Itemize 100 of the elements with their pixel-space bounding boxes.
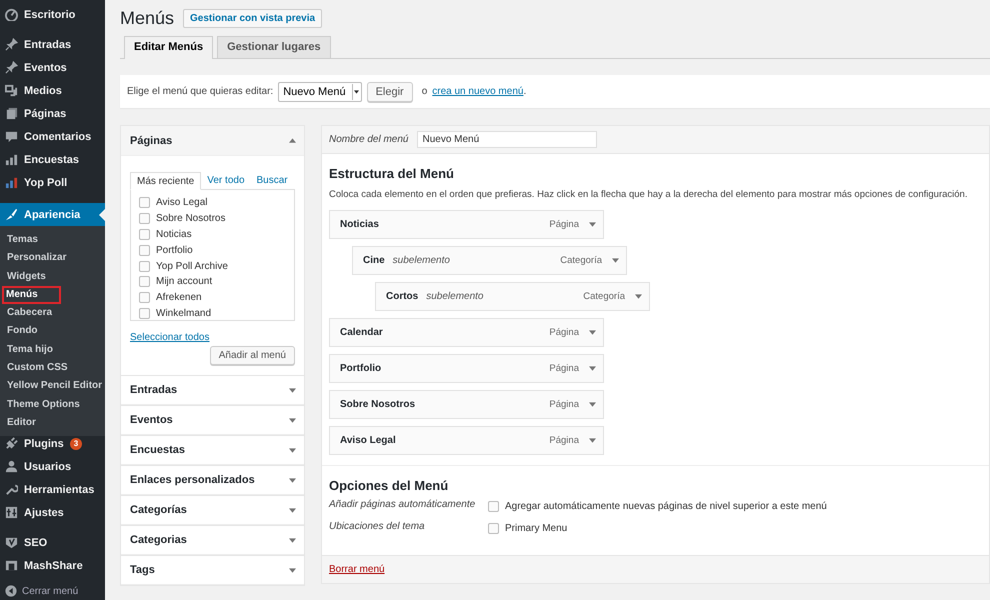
submenu-item[interactable]: Fondo	[1, 322, 104, 341]
checkbox[interactable]	[139, 260, 150, 272]
checkbox[interactable]	[139, 244, 150, 256]
page-option-label: Noticias	[156, 228, 192, 240]
comment-icon	[5, 130, 18, 143]
caret-down-icon[interactable]	[289, 478, 296, 482]
menu-name-label: Nombre del menú	[329, 134, 408, 145]
submenu-item[interactable]: Theme Options	[1, 396, 104, 414]
menu-name-field[interactable]: Nuevo Menú	[417, 131, 598, 148]
sidebar-menu-item[interactable]: MashShare	[0, 554, 105, 578]
submenu-item[interactable]: Menús	[2, 286, 61, 304]
sidebar-menu-item[interactable]: Encuestas	[0, 148, 105, 171]
tab[interactable]: Gestionar lugares	[217, 36, 331, 58]
caret-down-icon[interactable]	[635, 294, 642, 299]
sidebar-menu-item[interactable]: Herramientas	[0, 478, 105, 502]
create-menu-link[interactable]: crea un nuevo menú	[432, 86, 524, 97]
caret-down-icon[interactable]	[289, 418, 296, 422]
caret-down-icon[interactable]	[589, 402, 596, 407]
accordion-header[interactable]: Tags	[121, 556, 304, 585]
instructions-text: Coloca cada elemento en el orden que prefieras. Haz click en la flecha que hay a la derecha del elemento para mostrar más opciones de configuración.	[329, 189, 968, 200]
caret-down-icon[interactable]	[612, 258, 619, 263]
menu-item-bar[interactable]: Cine subelemento Categoría	[352, 246, 627, 275]
sidebar-menu-item[interactable]: SEO	[0, 531, 105, 554]
menu-item-title: Sobre Nosotros	[340, 399, 416, 410]
manage-preview-button[interactable]: Gestionar con vista previa	[183, 8, 322, 28]
caret-down-icon[interactable]	[289, 568, 296, 572]
submenu-item[interactable]: Personalizar	[1, 249, 104, 268]
submenu-item[interactable]: Cabecera	[1, 304, 104, 322]
caret-down-icon[interactable]	[289, 388, 296, 392]
sidebar-menu-item[interactable]: Apariencia	[0, 203, 105, 226]
checkbox[interactable]	[139, 213, 150, 224]
page-title: Menús	[120, 8, 174, 28]
shield-icon	[5, 536, 18, 550]
menu-item-bar[interactable]: Cortos subelemento Categoría	[375, 282, 650, 311]
delete-menu-link[interactable]: Borrar menú	[329, 564, 385, 575]
select-button[interactable]: Elegir	[366, 82, 413, 102]
menu-dropdown[interactable]: Nuevo Menú	[278, 82, 362, 102]
accordion-header[interactable]: Páginas	[121, 126, 304, 156]
caret-down-icon[interactable]	[289, 448, 296, 452]
submenu-item[interactable]: Widgets	[1, 268, 104, 286]
menu-item-bar[interactable]: Portfolio Página	[329, 354, 604, 383]
page-option-label: Afrekenen	[156, 292, 202, 304]
option-label: Ubicaciones del tema	[329, 521, 426, 534]
dropdown-caret-icon	[354, 90, 359, 94]
caret-down-icon[interactable]	[289, 508, 296, 512]
sidebar-menu-item[interactable]: Plugins 3	[0, 432, 105, 456]
wrench-icon	[5, 483, 18, 496]
select-menu-label: Elige el menú que quieras editar:	[127, 86, 274, 97]
submenu-item[interactable]: Editor	[1, 414, 104, 432]
sidebar-menu-item[interactable]: Medios	[0, 79, 105, 102]
checkbox[interactable]	[139, 292, 150, 304]
checkbox[interactable]	[488, 523, 499, 534]
menu-item-title: Calendar	[340, 327, 383, 338]
submenu-item[interactable]: Custom CSS	[1, 359, 104, 378]
tab[interactable]: Ver todo	[201, 172, 251, 189]
section-heading: Estructura del Menú	[329, 166, 455, 181]
caret-down-icon[interactable]	[289, 538, 296, 542]
select-all-link[interactable]: Seleccionar todos	[130, 332, 295, 343]
tab[interactable]: Más reciente	[130, 172, 202, 190]
checkbox[interactable]	[139, 197, 150, 208]
menu-item-bar[interactable]: Noticias Página	[329, 210, 604, 239]
tab[interactable]: Buscar	[250, 172, 294, 189]
sidebar-menu-item[interactable]: Ajustes	[0, 501, 105, 524]
sidebar-menu-item[interactable]: Comentarios	[0, 125, 105, 148]
menu-item-bar[interactable]: Calendar Página	[329, 318, 604, 347]
caret-up-icon[interactable]	[289, 138, 296, 143]
sidebar-menu-item[interactable]: Eventos	[0, 56, 105, 79]
person-icon	[5, 460, 18, 474]
menu-item-type: Página	[549, 363, 579, 374]
sidebar-menu-item[interactable]: Usuarios	[0, 455, 105, 478]
sidebar-menu-item[interactable]: Escritorio	[0, 3, 105, 26]
sidebar-menu-item[interactable]: Yop Poll	[0, 171, 105, 194]
caret-down-icon[interactable]	[589, 366, 596, 371]
menu-item-type: Categoría	[583, 291, 625, 302]
page-option-label: Aviso Legal	[156, 197, 208, 208]
menu-item-bar[interactable]: Sobre Nosotros Página	[329, 390, 604, 419]
checkbox[interactable]	[139, 276, 150, 288]
menu-item-type: Página	[549, 399, 579, 410]
page-option-label: Sobre Nosotros	[156, 213, 226, 224]
menu-item-bar[interactable]: Aviso Legal Página	[329, 426, 604, 455]
page-option-label: Portfolio	[156, 244, 193, 256]
caret-down-icon[interactable]	[589, 222, 596, 227]
checkbox[interactable]	[139, 308, 150, 319]
bar-chart-icon	[5, 176, 18, 189]
option-label: Añadir páginas automáticamente	[329, 499, 476, 512]
caret-down-icon[interactable]	[589, 438, 596, 443]
submenu-item[interactable]: Yellow Pencil Editor	[1, 377, 104, 396]
caret-down-icon[interactable]	[589, 330, 596, 335]
menu-item-type: Página	[549, 327, 579, 338]
submenu-item[interactable]: Temas	[1, 231, 104, 250]
collapse-menu-button[interactable]: Cerrar menú	[0, 581, 105, 600]
add-to-menu-button[interactable]: Añadir al menú	[210, 346, 295, 365]
sidebar-menu-item[interactable]: Páginas	[0, 102, 105, 125]
pin-icon	[5, 38, 18, 51]
checkbox[interactable]	[139, 228, 150, 240]
submenu-item[interactable]: Tema hijo	[1, 340, 104, 360]
checkbox[interactable]	[488, 501, 499, 512]
sidebar-menu-item[interactable]: Entradas	[0, 33, 105, 56]
tab[interactable]: Editar Menús	[124, 36, 214, 59]
menu-item-note: subelemento	[426, 291, 484, 302]
